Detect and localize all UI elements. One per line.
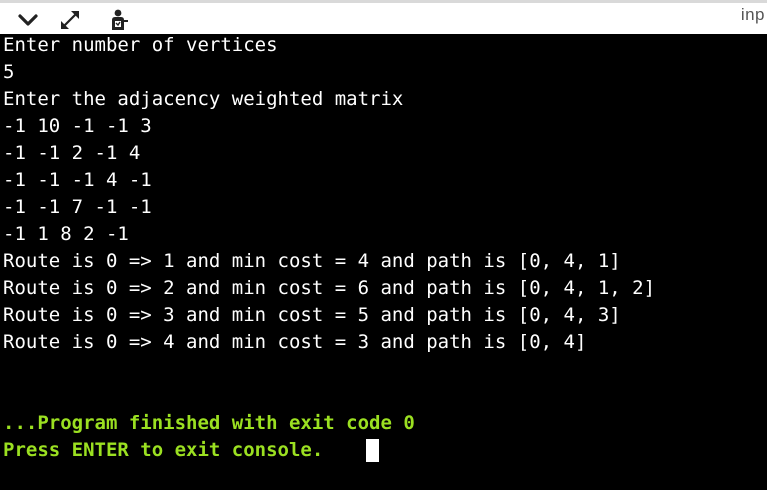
expand-arrows-icon <box>61 11 79 29</box>
console-line: -1 1 8 2 -1 <box>3 223 129 245</box>
console-line: -1 10 -1 -1 3 <box>3 115 152 137</box>
run-input-button[interactable] <box>107 8 131 32</box>
console-line: 5 <box>3 61 15 83</box>
console-line: Route is 0 => 2 and min cost = 6 and pat… <box>3 277 656 299</box>
online-compiler-console-window: inp Enter number of vertices 5 Enter the… <box>0 0 767 490</box>
exit-console-prompt: Press ENTER to exit console. <box>3 439 324 461</box>
input-tab-label[interactable]: inp <box>741 5 767 25</box>
console-line: Enter the adjacency weighted matrix <box>3 88 404 110</box>
console-line: Route is 0 => 1 and min cost = 4 and pat… <box>3 250 621 272</box>
console-line: Enter number of vertices <box>3 34 278 56</box>
console-line: Route is 0 => 3 and min cost = 5 and pat… <box>3 304 621 326</box>
console-output[interactable]: Enter number of vertices 5 Enter the adj… <box>0 34 767 490</box>
expand-console-button[interactable] <box>58 8 82 32</box>
run-user-icon <box>112 9 128 30</box>
console-line: -1 -1 2 -1 4 <box>3 142 141 164</box>
console-line: -1 -1 -1 4 -1 <box>3 169 152 191</box>
text-cursor <box>366 439 379 462</box>
chevron-down-icon <box>18 14 38 26</box>
program-finished-message: ...Program finished with exit code 0 <box>3 412 415 434</box>
console-line: -1 -1 7 -1 -1 <box>3 196 152 218</box>
collapse-console-button[interactable] <box>16 8 40 32</box>
console-toolbar: inp <box>0 0 767 34</box>
console-line: Route is 0 => 4 and min cost = 3 and pat… <box>3 331 587 353</box>
